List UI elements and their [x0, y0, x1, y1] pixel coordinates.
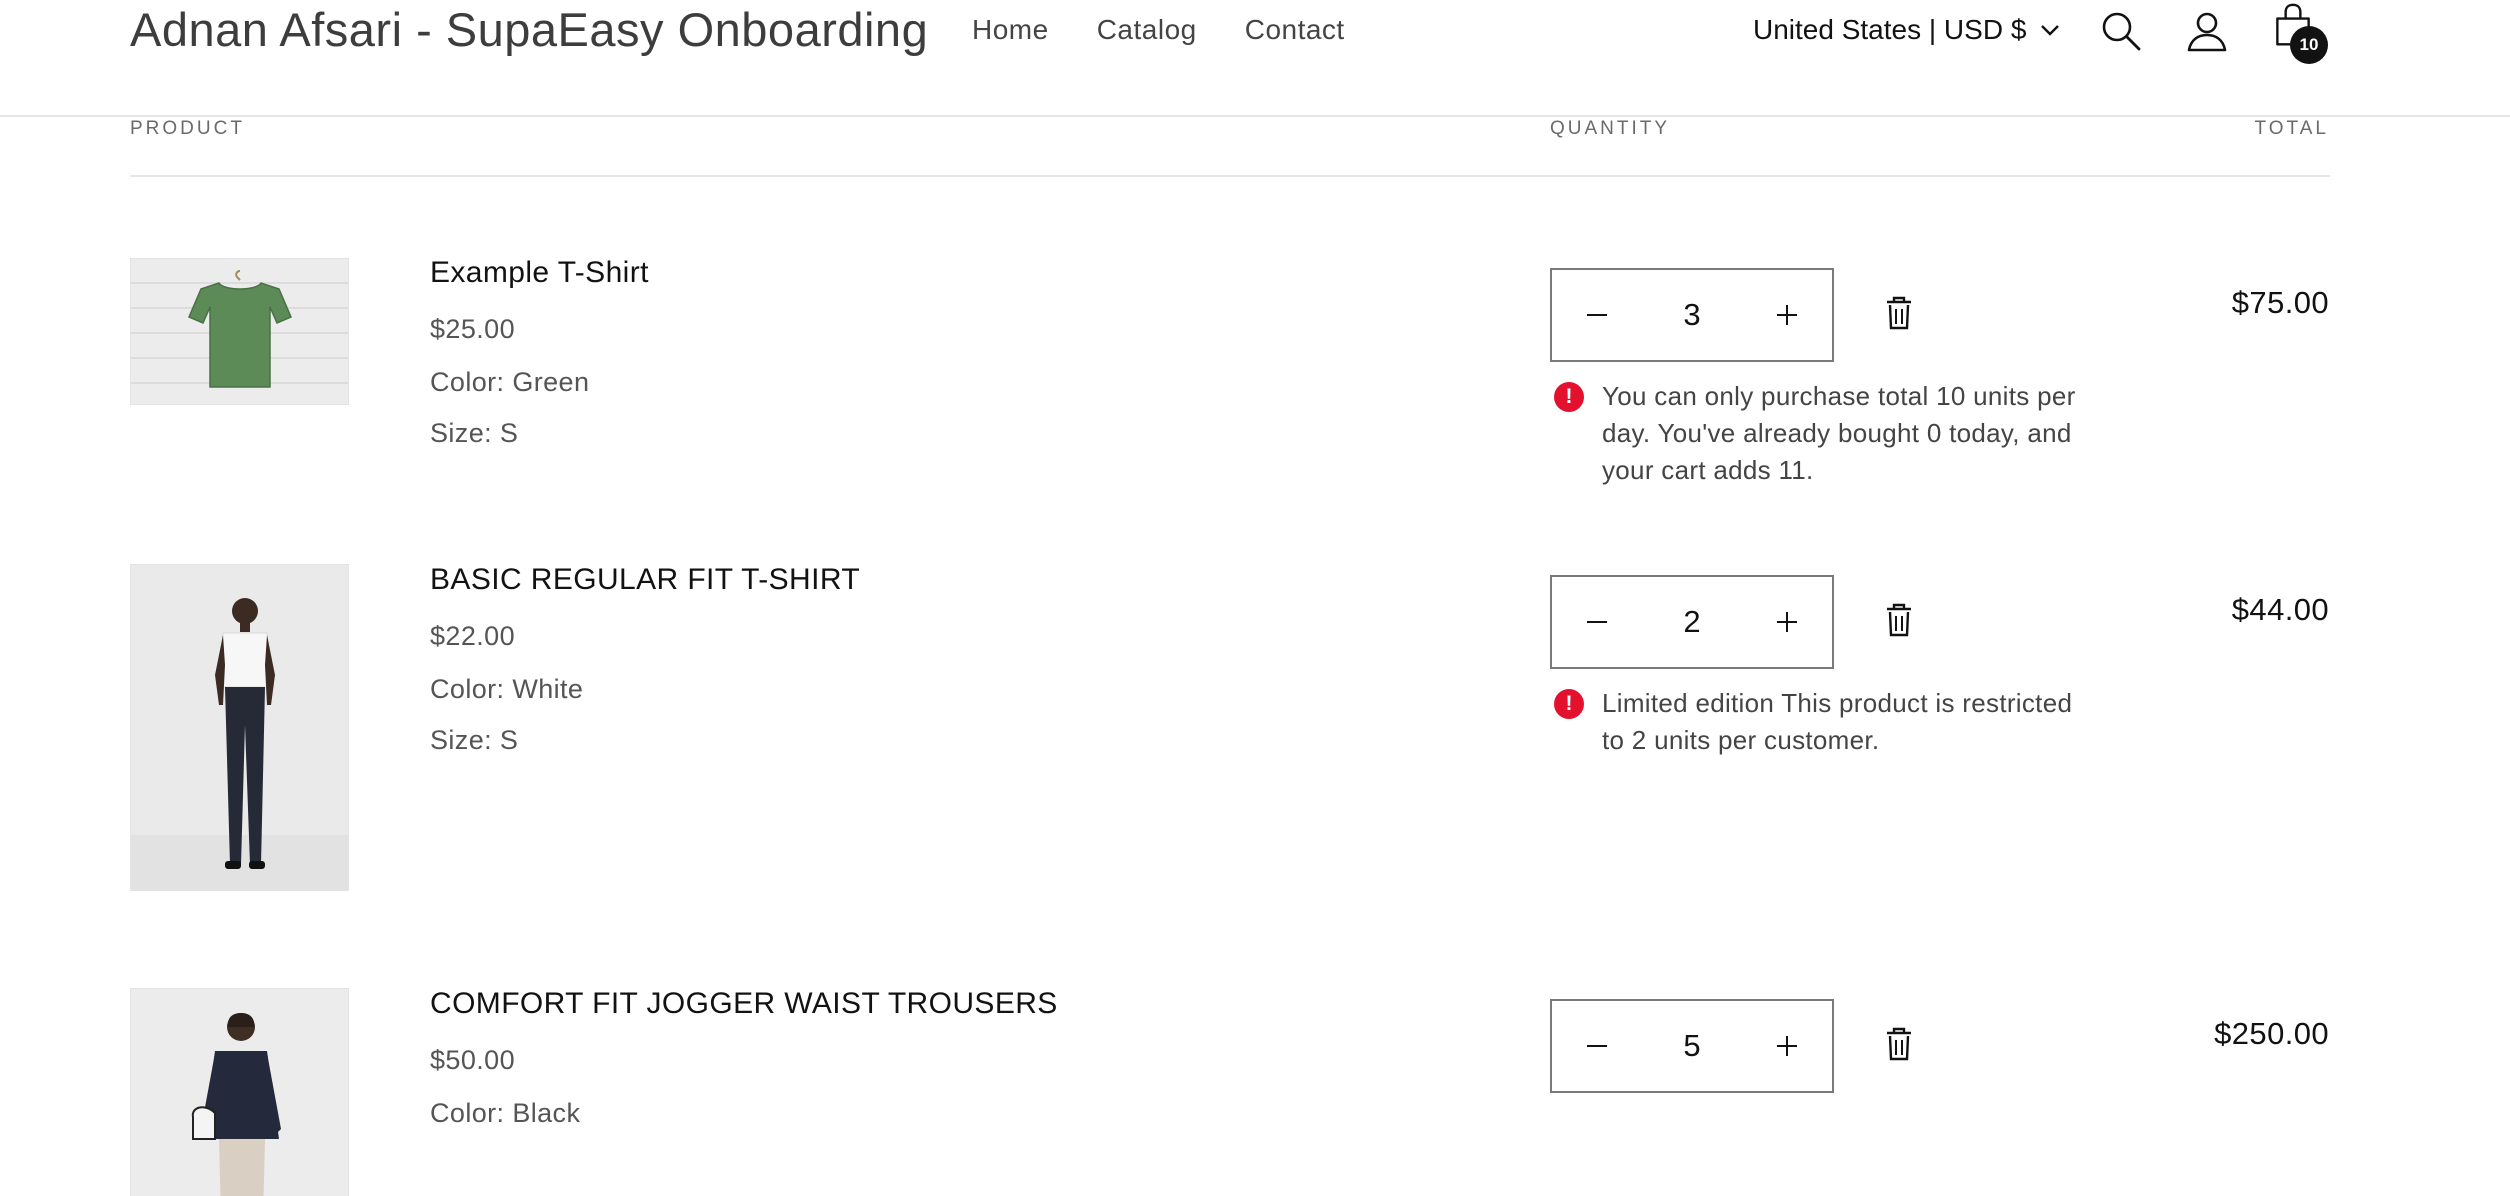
product-size: Size: S	[430, 418, 519, 448]
nav-home-link[interactable]: Home	[972, 14, 1049, 46]
cart-count-badge: 10	[2290, 26, 2328, 64]
nav-contact-link[interactable]: Contact	[1245, 14, 1345, 46]
product-column-heading: PRODUCT	[130, 118, 245, 139]
product-color: Color: Black	[430, 1098, 581, 1128]
trash-icon[interactable]	[1883, 296, 1915, 330]
decrease-quantity-button[interactable]	[1582, 300, 1612, 330]
locale-label: United States | USD $	[1753, 14, 2027, 45]
trash-icon[interactable]	[1883, 603, 1915, 637]
product-name[interactable]: COMFORT FIT JOGGER WAIST TROUSERS	[430, 987, 1058, 1021]
trash-icon[interactable]	[1883, 1027, 1915, 1061]
line-total: $44.00	[2231, 592, 2329, 627]
quantity-input[interactable]: 5	[1652, 1028, 1732, 1064]
product-image[interactable]	[130, 564, 349, 891]
error-text: Limited edition This product is restrict…	[1602, 688, 2073, 755]
quantity-stepper: 2	[1550, 575, 1834, 669]
error-icon: !	[1554, 382, 1584, 412]
model-trousers-image	[131, 989, 348, 1196]
quantity-stepper: 3	[1550, 268, 1834, 362]
product-color: Color: Green	[430, 367, 590, 397]
increase-quantity-button[interactable]	[1772, 607, 1802, 637]
error-text: You can only purchase total 10 units per…	[1602, 381, 2076, 485]
product-price: $50.00	[430, 1045, 515, 1075]
store-title[interactable]: Adnan Afsari - SupaEasy Onboarding	[130, 2, 928, 57]
total-column-heading: TOTAL	[2254, 118, 2329, 139]
product-price: $22.00	[430, 621, 515, 651]
quantity-input[interactable]: 2	[1652, 604, 1732, 640]
main-nav: Home Catalog Contact	[972, 14, 1345, 46]
line-total: $250.00	[2214, 1016, 2329, 1051]
product-color: Color: White	[430, 674, 584, 704]
line-total: $75.00	[2231, 285, 2329, 320]
locale-selector[interactable]: United States | USD $	[1753, 14, 2060, 46]
nav-catalog-link[interactable]: Catalog	[1097, 14, 1197, 46]
product-image[interactable]	[130, 258, 349, 405]
increase-quantity-button[interactable]	[1772, 1031, 1802, 1061]
decrease-quantity-button[interactable]	[1582, 1031, 1612, 1061]
product-price: $25.00	[430, 314, 515, 344]
product-name[interactable]: BASIC REGULAR FIT T-SHIRT	[430, 563, 860, 597]
account-icon[interactable]	[2184, 8, 2230, 54]
search-icon[interactable]	[2098, 8, 2144, 54]
site-header: Adnan Afsari - SupaEasy Onboarding Home …	[0, 0, 2510, 117]
error-icon: !	[1554, 689, 1584, 719]
product-image[interactable]	[130, 988, 349, 1196]
decrease-quantity-button[interactable]	[1582, 607, 1612, 637]
quantity-input[interactable]: 3	[1652, 297, 1732, 333]
tshirt-image	[131, 259, 348, 404]
heading-divider	[130, 175, 2330, 177]
product-size: Size: S	[430, 725, 519, 755]
quantity-column-heading: QUANTITY	[1550, 118, 1671, 139]
model-white-tshirt-image	[131, 565, 348, 890]
product-name[interactable]: Example T-Shirt	[430, 256, 649, 290]
quantity-error-message: ! Limited edition This product is restri…	[1554, 685, 2094, 759]
quantity-stepper: 5	[1550, 999, 1834, 1093]
chevron-down-icon	[2041, 25, 2060, 36]
increase-quantity-button[interactable]	[1772, 300, 1802, 330]
quantity-error-message: ! You can only purchase total 10 units p…	[1554, 378, 2094, 489]
